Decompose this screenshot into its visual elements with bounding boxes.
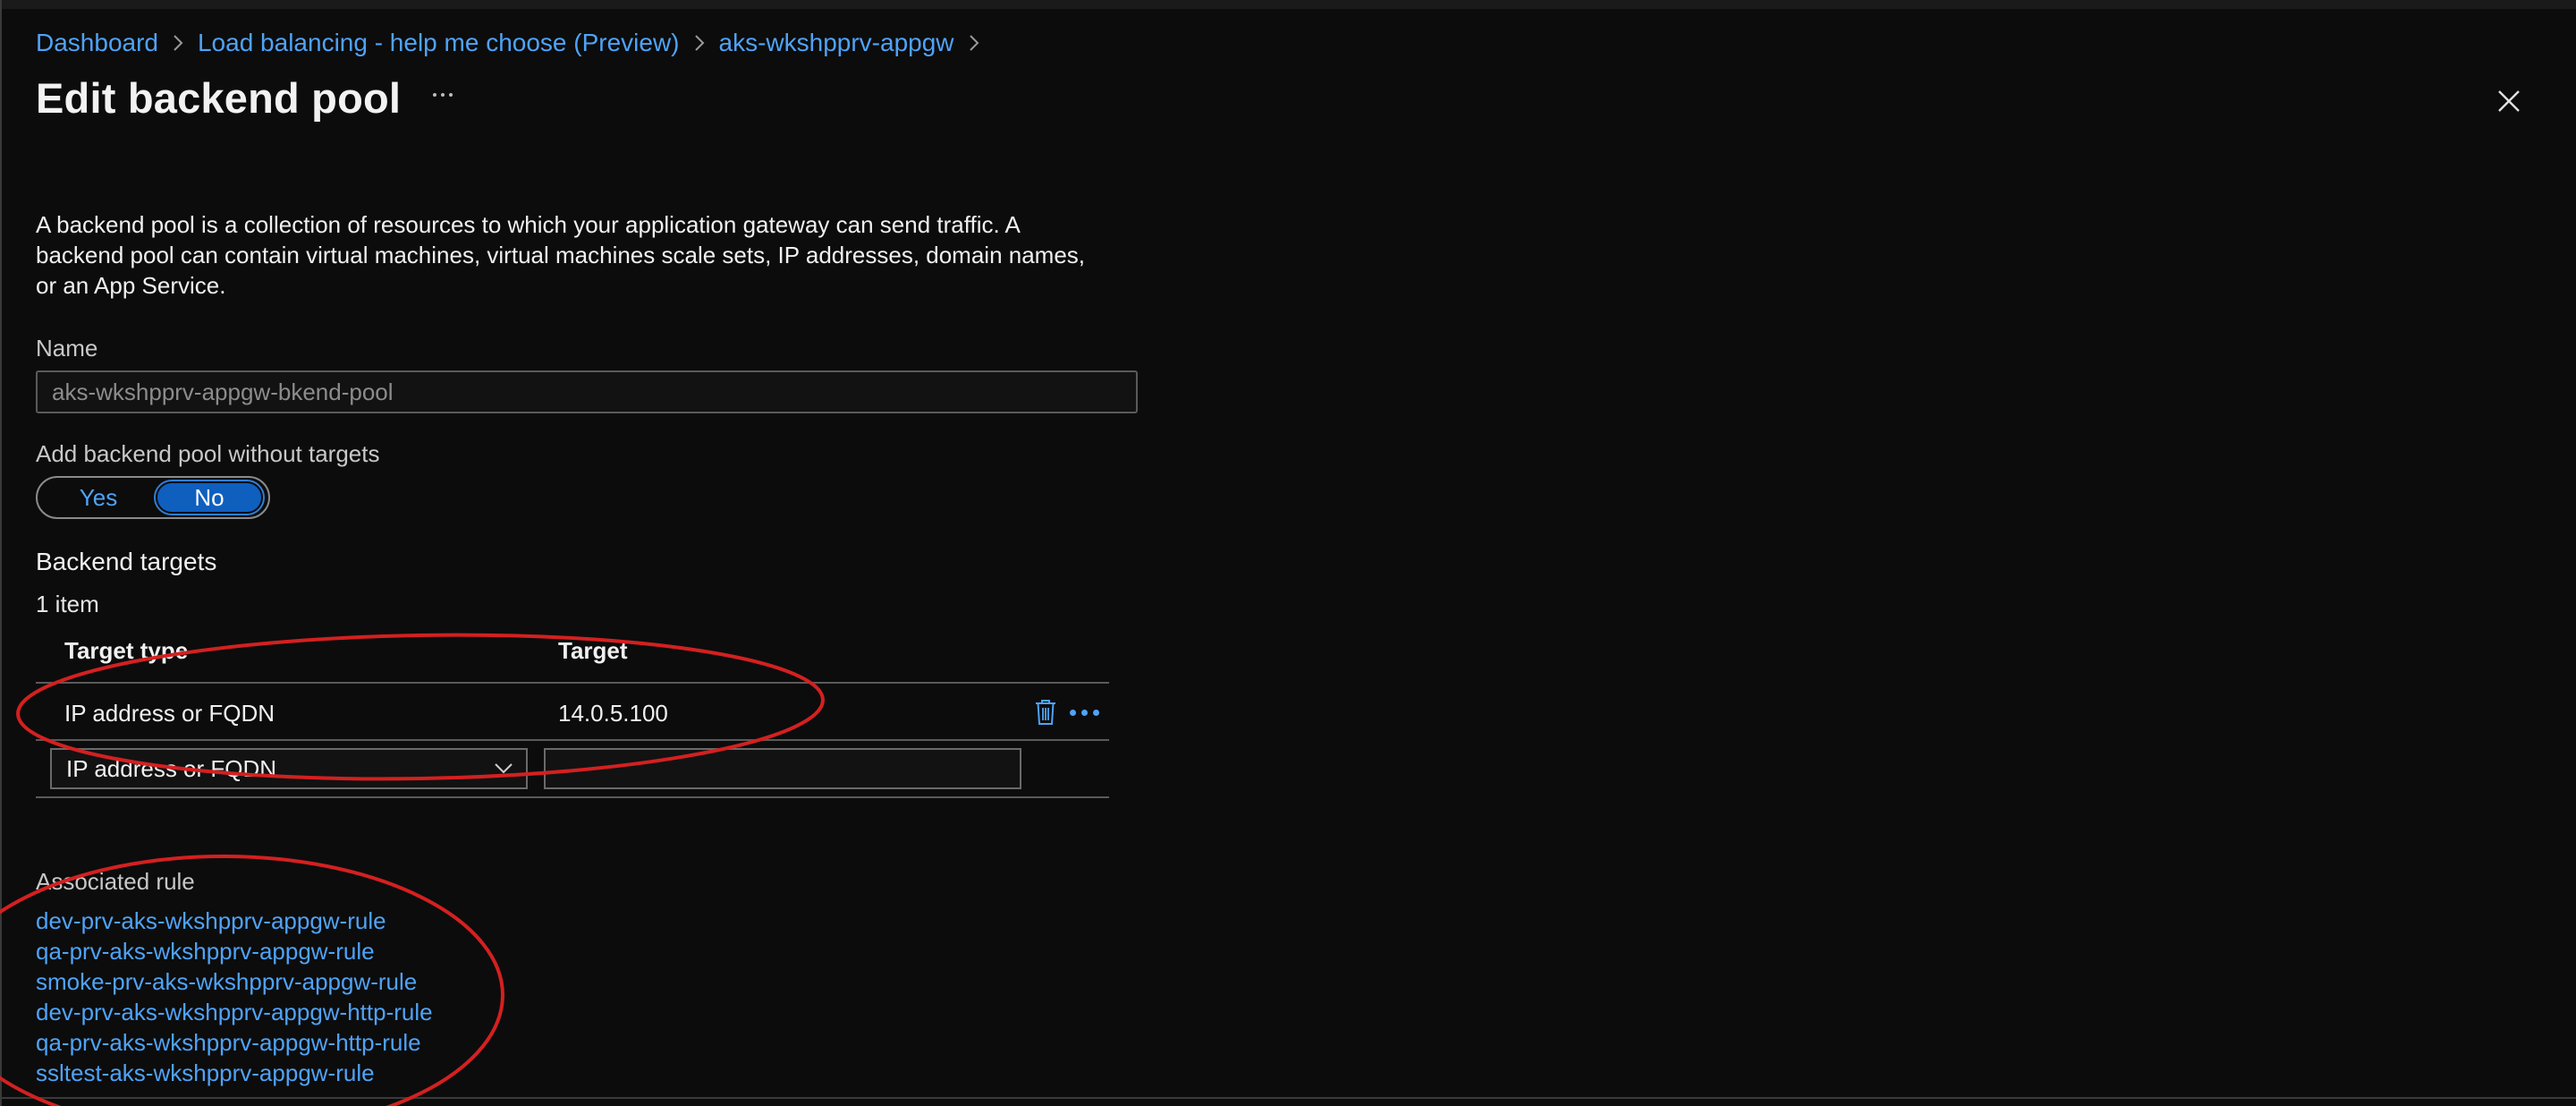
close-icon[interactable] — [2496, 88, 2522, 115]
associated-rule-label: Associated rule — [36, 868, 195, 895]
rule-link[interactable]: ssltest-aks-wkshpprv-appgw-rule — [36, 1058, 433, 1088]
chevron-right-icon — [158, 33, 198, 53]
associated-rules-list: dev-prv-aks-wkshpprv-appgw-rule qa-prv-a… — [36, 906, 433, 1088]
toggle-option-yes[interactable]: Yes — [45, 481, 152, 514]
breadcrumb-appgw[interactable]: aks-wkshpprv-appgw — [719, 29, 954, 57]
bottom-border — [0, 1097, 2576, 1099]
trash-icon[interactable] — [1034, 698, 1057, 727]
without-targets-label: Add backend pool without targets — [36, 440, 380, 467]
table-bottom-divider — [36, 796, 1109, 798]
item-count: 1 item — [36, 591, 99, 617]
without-targets-toggle: Yes No — [36, 476, 270, 519]
chevron-down-icon — [495, 763, 513, 774]
target-type-select-value: IP address or FQDN — [66, 755, 277, 782]
rule-link[interactable]: dev-prv-aks-wkshpprv-appgw-rule — [36, 906, 433, 936]
backend-targets-title: Backend targets — [36, 548, 217, 575]
target-input[interactable] — [544, 748, 1021, 789]
toggle-option-no[interactable]: No — [154, 480, 265, 515]
row-target-type: IP address or FQDN — [64, 700, 275, 727]
top-bar — [0, 0, 2576, 9]
page-title: Edit backend pool — [36, 74, 402, 122]
name-field — [36, 370, 1138, 413]
left-border — [0, 0, 2, 1106]
rule-link[interactable]: smoke-prv-aks-wkshpprv-appgw-rule — [36, 966, 433, 997]
row-more-icon[interactable] — [1070, 709, 1102, 716]
breadcrumb-dashboard[interactable]: Dashboard — [36, 29, 158, 57]
row-divider — [36, 739, 1109, 741]
column-header-target-type: Target type — [64, 637, 189, 664]
header-divider — [36, 682, 1109, 684]
breadcrumb-load-balancing[interactable]: Load balancing - help me choose (Preview… — [198, 29, 680, 57]
row-target-value: 14.0.5.100 — [558, 700, 668, 727]
column-header-target: Target — [558, 637, 628, 664]
more-icon[interactable] — [433, 86, 460, 104]
rule-link[interactable]: dev-prv-aks-wkshpprv-appgw-http-rule — [36, 997, 433, 1027]
chevron-right-icon — [680, 33, 719, 53]
description-text: A backend pool is a collection of resour… — [36, 211, 1086, 299]
breadcrumb: Dashboard Load balancing - help me choos… — [36, 27, 994, 59]
chevron-right-icon — [954, 33, 994, 53]
target-type-select[interactable]: IP address or FQDN — [50, 748, 528, 789]
rule-link[interactable]: qa-prv-aks-wkshpprv-appgw-http-rule — [36, 1027, 433, 1058]
name-label: Name — [36, 335, 98, 362]
rule-link[interactable]: qa-prv-aks-wkshpprv-appgw-rule — [36, 936, 433, 966]
